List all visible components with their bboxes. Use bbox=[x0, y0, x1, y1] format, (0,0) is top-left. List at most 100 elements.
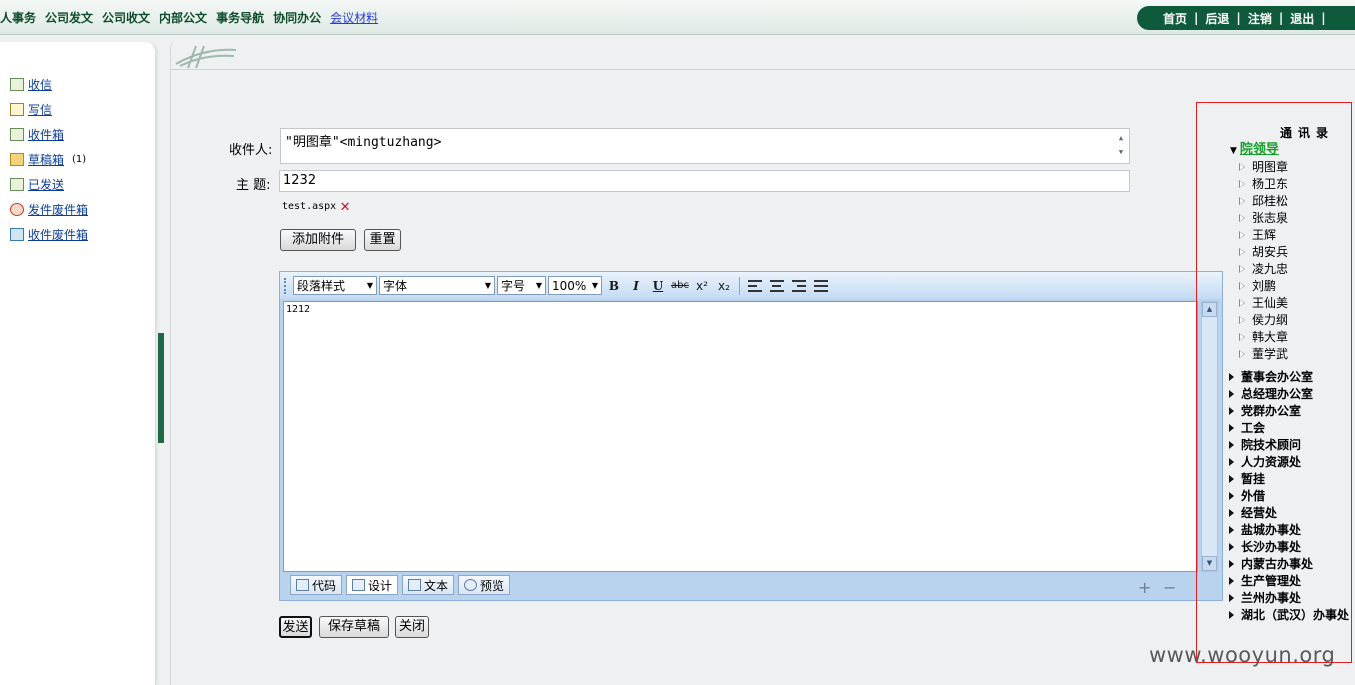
tab-design[interactable]: 设计 bbox=[346, 575, 399, 595]
member-item[interactable]: 杨卫东 bbox=[1239, 175, 1288, 192]
home-link[interactable]: 首页 bbox=[1163, 10, 1187, 27]
nav-item-internal-docs[interactable]: 内部公文 bbox=[159, 9, 207, 26]
department-name: 董事会办公室 bbox=[1241, 370, 1314, 384]
paragraph-style-select[interactable]: 段落样式 ▼ bbox=[293, 276, 377, 295]
tab-preview[interactable]: 预览 bbox=[458, 575, 511, 595]
editor-body-text: 1212 bbox=[286, 304, 311, 315]
expand-plus-icon[interactable]: + bbox=[1138, 578, 1151, 597]
editor-content[interactable]: 1212 bbox=[283, 301, 1198, 572]
sidebar-item-received-trash[interactable]: 收件废件箱 bbox=[10, 222, 88, 247]
department-item[interactable]: 生产管理处 bbox=[1229, 572, 1349, 589]
department-item[interactable]: 董事会办公室 bbox=[1229, 368, 1349, 385]
nav-link-meeting-materials[interactable]: 会议材料 bbox=[330, 9, 378, 26]
strikethrough-icon[interactable]: abc bbox=[670, 276, 690, 296]
align-right-icon[interactable] bbox=[792, 279, 806, 292]
sidebar-item-inbox[interactable]: 收件箱 bbox=[10, 122, 88, 147]
sidebar-item-sent[interactable]: 已发送 bbox=[10, 172, 88, 197]
department-name: 湖北（武汉）办事处 bbox=[1241, 608, 1350, 622]
department-name: 长沙办事处 bbox=[1241, 540, 1302, 554]
bold-icon[interactable]: B bbox=[604, 276, 624, 296]
group-label[interactable]: 院领导 bbox=[1240, 142, 1279, 157]
nav-item-personal[interactable]: 人事务 bbox=[0, 9, 36, 26]
tab-code[interactable]: 代码 bbox=[290, 575, 343, 595]
department-name: 生产管理处 bbox=[1241, 574, 1302, 588]
underline-icon[interactable]: U bbox=[648, 276, 668, 296]
sidebar-item-label[interactable]: 写信 bbox=[28, 101, 52, 118]
save-draft-button[interactable]: 保存草稿 bbox=[319, 616, 389, 638]
close-button[interactable]: 关闭 bbox=[395, 616, 429, 638]
rich-text-editor: 段落样式 ▼ 字体 ▼ 字号 ▼ 100% ▼ B I U abc x² x₂ 1212… bbox=[279, 271, 1223, 601]
department-item[interactable]: 外借 bbox=[1229, 487, 1349, 504]
align-left-icon[interactable] bbox=[748, 279, 762, 292]
sidebar-item-label[interactable]: 发件废件箱 bbox=[28, 201, 88, 218]
recipient-scrollbar[interactable]: ▲ ▼ bbox=[1115, 131, 1127, 161]
department-item[interactable]: 长沙办事处 bbox=[1229, 538, 1349, 555]
sidebar-collapse-handle[interactable] bbox=[158, 333, 164, 443]
department-item[interactable]: 工会 bbox=[1229, 419, 1349, 436]
group-expanded[interactable]: ▼ 院领导 bbox=[1230, 138, 1279, 157]
department-item[interactable]: 党群办公室 bbox=[1229, 402, 1349, 419]
member-item[interactable]: 王仙美 bbox=[1239, 294, 1288, 311]
send-button[interactable]: 发送 bbox=[279, 616, 312, 638]
member-name: 刘鹏 bbox=[1252, 279, 1277, 293]
department-item[interactable]: 盐城办事处 bbox=[1229, 521, 1349, 538]
department-item[interactable]: 人力资源处 bbox=[1229, 453, 1349, 470]
department-item[interactable]: 院技术顾问 bbox=[1229, 436, 1349, 453]
editor-mode-tabs: 代码 设计 文本 预览 bbox=[290, 575, 511, 595]
link-separator: | bbox=[1278, 11, 1284, 25]
member-item[interactable]: 明图章 bbox=[1239, 158, 1288, 175]
member-item[interactable]: 侯力纲 bbox=[1239, 311, 1288, 328]
nav-item-collaboration[interactable]: 协同办公 bbox=[273, 9, 321, 26]
subject-field[interactable]: 1232 bbox=[279, 170, 1130, 192]
sidebar-item-label[interactable]: 收件箱 bbox=[28, 126, 64, 143]
font-select[interactable]: 字体 ▼ bbox=[379, 276, 495, 295]
member-item[interactable]: 王辉 bbox=[1239, 226, 1288, 243]
member-item[interactable]: 董学武 bbox=[1239, 345, 1288, 362]
superscript-icon[interactable]: x² bbox=[692, 276, 712, 296]
nav-item-affairs-nav[interactable]: 事务导航 bbox=[216, 9, 264, 26]
exit-link[interactable]: 退出 bbox=[1290, 10, 1314, 27]
nav-item-company-issued[interactable]: 公司发文 bbox=[45, 9, 93, 26]
member-name: 韩大章 bbox=[1252, 330, 1289, 344]
reset-button[interactable]: 重置 bbox=[364, 229, 401, 251]
sidebar-item-sent-trash[interactable]: 发件废件箱 bbox=[10, 197, 88, 222]
compose-icon bbox=[10, 103, 24, 116]
member-item[interactable]: 凌九忠 bbox=[1239, 260, 1288, 277]
add-attachment-button[interactable]: 添加附件 bbox=[280, 229, 356, 251]
member-item[interactable]: 韩大章 bbox=[1239, 328, 1288, 345]
align-center-icon[interactable] bbox=[770, 279, 784, 292]
department-item[interactable]: 总经理办公室 bbox=[1229, 385, 1349, 402]
sidebar-item-label[interactable]: 收件废件箱 bbox=[28, 226, 88, 243]
tab-text[interactable]: 文本 bbox=[402, 575, 455, 595]
sidebar-item-label[interactable]: 收信 bbox=[28, 76, 52, 93]
logout-link[interactable]: 注销 bbox=[1248, 10, 1272, 27]
department-item[interactable]: 暂挂 bbox=[1229, 470, 1349, 487]
zoom-select[interactable]: 100% ▼ bbox=[548, 276, 602, 295]
justify-icon[interactable] bbox=[814, 279, 828, 292]
department-item[interactable]: 湖北（武汉）办事处 bbox=[1229, 606, 1349, 623]
nav-item-company-received[interactable]: 公司收文 bbox=[102, 9, 150, 26]
sidebar-item-label[interactable]: 已发送 bbox=[28, 176, 64, 193]
caret-right-icon bbox=[1229, 491, 1234, 500]
font-value: 字体 bbox=[383, 279, 408, 293]
font-size-select[interactable]: 字号 ▼ bbox=[497, 276, 546, 295]
italic-icon[interactable]: I bbox=[626, 276, 646, 296]
sidebar-item-receive[interactable]: 收信 bbox=[10, 72, 88, 97]
member-item[interactable]: 胡安兵 bbox=[1239, 243, 1288, 260]
department-item[interactable]: 兰州办事处 bbox=[1229, 589, 1349, 606]
chevron-down-icon: ▼ bbox=[535, 281, 542, 290]
department-item[interactable]: 经营处 bbox=[1229, 504, 1349, 521]
member-item[interactable]: 邱桂松 bbox=[1239, 192, 1288, 209]
member-item[interactable]: 张志泉 bbox=[1239, 209, 1288, 226]
member-name: 王辉 bbox=[1252, 228, 1277, 242]
sidebar-item-label[interactable]: 草稿箱 bbox=[28, 151, 64, 168]
sidebar-item-drafts[interactable]: 草稿箱 (1) bbox=[10, 147, 88, 172]
member-item[interactable]: 刘鹏 bbox=[1239, 277, 1288, 294]
department-item[interactable]: 内蒙古办事处 bbox=[1229, 555, 1349, 572]
remove-attachment-icon[interactable]: ✕ bbox=[340, 198, 350, 214]
recipient-field[interactable]: "明图章"<mingtuzhang> ▲ ▼ bbox=[280, 128, 1130, 164]
sidebar-item-compose[interactable]: 写信 bbox=[10, 97, 88, 122]
collapse-minus-icon[interactable]: − bbox=[1163, 578, 1176, 597]
subscript-icon[interactable]: x₂ bbox=[714, 276, 734, 296]
back-link[interactable]: 后退 bbox=[1205, 10, 1229, 27]
